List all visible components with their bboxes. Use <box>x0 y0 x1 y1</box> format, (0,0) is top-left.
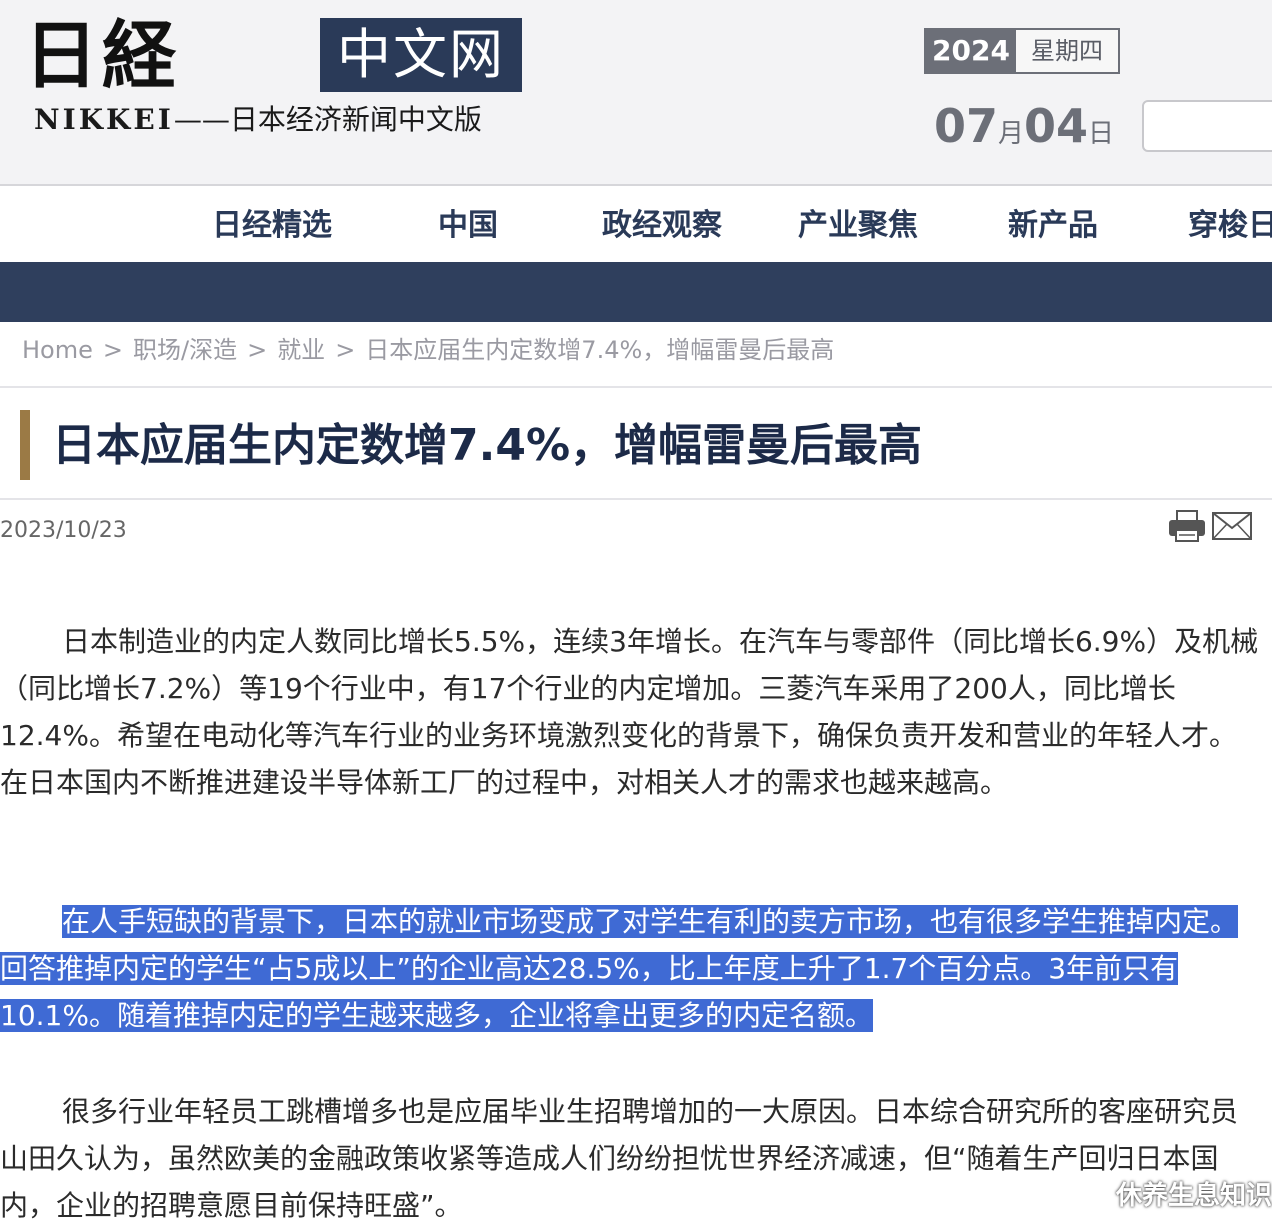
breadcrumb-career[interactable]: 职场/深造 <box>133 336 237 364</box>
chinese-site-logo[interactable]: 中文网 <box>320 18 522 92</box>
date-day: 04 <box>1024 99 1089 153</box>
breadcrumb: Home > 职场/深造 > 就业 > 日本应届生内定数增7.4%，增幅雷曼后最高 <box>22 330 1262 370</box>
date-month: 07 <box>934 99 999 153</box>
article-date: 2023/10/23 <box>0 518 127 543</box>
nav-item-china[interactable]: 中国 <box>438 204 498 248</box>
mail-icon[interactable] <box>1212 512 1252 540</box>
date-year-week-box: 2024 星期四 <box>924 28 1120 74</box>
nav-item-nikkei-picks[interactable]: 日经精选 <box>212 204 332 248</box>
breadcrumb-home[interactable]: Home <box>22 336 93 364</box>
article-paragraph-selected: 在人手短缺的背景下，日本的就业市场变成了对学生有利的卖方市场，也有很多学生推掉内… <box>0 898 1262 1039</box>
source-watermark: 休养生息知识 <box>1115 1181 1272 1211</box>
logo-subtitle: NIKKEI——日本经济新闻中文版 <box>34 100 534 140</box>
breadcrumb-separator: > <box>102 336 123 364</box>
date-month-day: 07月04日 <box>934 96 1134 156</box>
date-weekday: 星期四 <box>1016 30 1118 72</box>
nav-item-new-products[interactable]: 新产品 <box>1008 204 1098 248</box>
nav-item-industry[interactable]: 产业聚焦 <box>798 204 918 248</box>
article-paragraph: 日本制造业的内定人数同比增长5.5%，连续3年增长。在汽车与零部件（同比增长6.… <box>0 625 1259 799</box>
nav-item-politics-economy[interactable]: 政经观察 <box>602 204 722 248</box>
breadcrumb-current: 日本应届生内定数增7.4%，增幅雷曼后最高 <box>365 336 835 364</box>
article-title: 日本应届生内定数增7.4%，增幅雷曼后最高 <box>52 420 923 471</box>
date-month-unit: 月 <box>998 119 1025 149</box>
date-year: 2024 <box>926 30 1016 72</box>
nikkei-logo-mark[interactable]: 日経 <box>24 14 314 98</box>
site-header: 日経 中文网 NIKKEI——日本经济新闻中文版 2024 星期四 07月04日 <box>0 0 1272 184</box>
logo-subtitle-cn: ——日本经济新闻中文版 <box>173 103 482 136</box>
main-nav: 日经精选 中国 政经观察 产业聚焦 新产品 穿梭日 <box>0 184 1272 262</box>
breadcrumb-employment[interactable]: 就业 <box>277 336 325 364</box>
breadcrumb-separator: > <box>247 336 268 364</box>
nav-sub-band <box>0 262 1272 322</box>
title-accent-bar <box>20 410 30 480</box>
logo-subtitle-en: NIKKEI <box>34 103 174 136</box>
divider <box>0 498 1272 500</box>
print-icon[interactable] <box>1168 510 1206 542</box>
date-day-unit: 日 <box>1088 119 1115 149</box>
search-input[interactable] <box>1142 100 1272 152</box>
divider <box>0 386 1272 388</box>
nav-item-shuttle-japan[interactable]: 穿梭日 <box>1188 204 1272 248</box>
breadcrumb-separator: > <box>335 336 356 364</box>
selected-text: 在人手短缺的背景下，日本的就业市场变成了对学生有利的卖方市场，也有很多学生推掉内… <box>0 905 1239 1032</box>
